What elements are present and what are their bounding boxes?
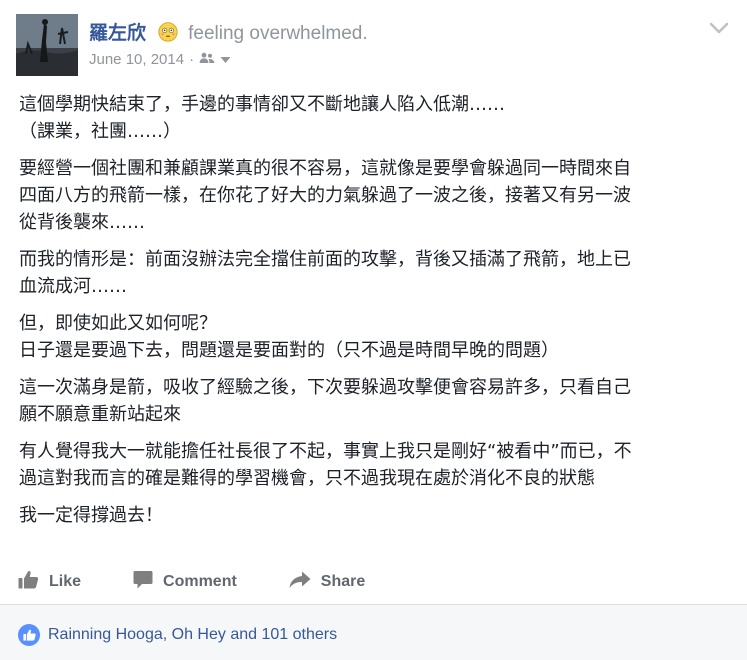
reaction-summary[interactable]: Rainning Hooga, Oh Hey and 101 others xyxy=(18,624,337,646)
post-paragraph: 我一定得撐過去！ xyxy=(19,502,734,529)
post-options-chevron-icon[interactable] xyxy=(707,18,731,38)
post-text-line: 血流成河…… xyxy=(19,276,127,297)
share-label: Share xyxy=(320,573,366,590)
post-text-line: 過這對我而言的確是難得的學習機會，只不過我現在處於消化不良的狀態 xyxy=(19,468,595,489)
feeling-text: feeling overwhelmed. xyxy=(188,23,368,44)
like-button[interactable]: Like xyxy=(18,570,81,594)
post-text-line: 而我的情形是：前面沒辦法完全擋住前面的攻擊，背後又插滿了飛箭，地上已 xyxy=(19,249,631,270)
post-body: 這個學期快結束了，手邊的事情卻又不斷地讓人陷入低潮…… （課業，社團……） 要經營一… xyxy=(19,91,734,539)
post-paragraph: 有人覺得我大一就能擔任社長很了不起，事實上我只是剛好“被看中”而已，不 過這對我而… xyxy=(19,438,734,492)
author-line: 羅左欣 feeling overwhelmed. xyxy=(89,20,368,49)
post-meta: June 10, 2014 · xyxy=(89,51,231,68)
thumbs-up-icon xyxy=(18,570,49,594)
like-label: Like xyxy=(49,573,82,590)
post-text-line: 日子還是要過下去，問題還是要面對的（只不過是時間早晚的問題） xyxy=(19,340,559,361)
post-card: 羅左欣 feeling overwhelmed. June 10, 2014 · xyxy=(0,0,747,660)
audience-dropdown-icon[interactable] xyxy=(220,51,231,68)
post-paragraph: 這個學期快結束了，手邊的事情卻又不斷地讓人陷入低潮…… （課業，社團……） xyxy=(19,91,734,145)
friends-icon[interactable] xyxy=(199,51,215,68)
post-date[interactable]: June 10, 2014 xyxy=(89,51,184,68)
share-button[interactable]: Share xyxy=(289,571,365,594)
comment-label: Comment xyxy=(163,573,237,590)
comment-bubble-icon xyxy=(133,570,163,594)
post-actions: Like Comment Share xyxy=(18,564,733,600)
post-paragraph: 要經營一個社團和兼顧課業真的很不容易，這就像是要學會躲過同一時間來自 四面八方的飛… xyxy=(19,155,734,236)
comment-button[interactable]: Comment xyxy=(133,570,237,594)
post-text-line: 但，即使如此又如何呢？ xyxy=(19,313,217,334)
post-text-line: 我一定得撐過去！ xyxy=(19,505,163,526)
reactions-footer: Rainning Hooga, Oh Hey and 101 others xyxy=(0,605,747,660)
post-header: 羅左欣 feeling overwhelmed. June 10, 2014 · xyxy=(16,14,731,76)
post-text-line: 有人覺得我大一就能擔任社長很了不起，事實上我只是剛好“被看中”而已，不 xyxy=(19,441,632,462)
post-paragraph: 而我的情形是：前面沒辦法完全擋住前面的攻擊，背後又插滿了飛箭，地上已 血流成河…… xyxy=(19,246,734,300)
reaction-summary-text: Rainning Hooga, Oh Hey and 101 others xyxy=(48,626,338,643)
flushed-face-emoji-icon xyxy=(158,22,178,49)
post-paragraph: 這一次滿身是箭，吸收了經驗之後，下次要躲過攻擊便會容易許多，只看自己 願不願意重新… xyxy=(19,374,734,428)
post-text-line: 從背後襲來…… xyxy=(19,212,145,233)
author-name[interactable]: 羅左欣 xyxy=(89,22,146,44)
post-text-line: （課業，社團……） xyxy=(19,121,181,142)
post-paragraph: 但，即使如此又如何呢？ 日子還是要過下去，問題還是要面對的（只不過是時間早晚的問題… xyxy=(19,310,734,364)
post-text-line: 這一次滿身是箭，吸收了經驗之後，下次要躲過攻擊便會容易許多，只看自己 xyxy=(19,377,631,398)
post-text-line: 四面八方的飛箭一樣，在你花了好大的力氣躲過了一波之後，接著又有另一波 xyxy=(19,185,631,206)
post-text-line: 這個學期快結束了，手邊的事情卻又不斷地讓人陷入低潮…… xyxy=(19,94,505,115)
meta-separator: · xyxy=(189,51,195,68)
like-reaction-icon xyxy=(18,624,40,646)
post-text-line: 願不願意重新站起來 xyxy=(19,404,181,425)
author-avatar[interactable] xyxy=(16,14,78,76)
share-arrow-icon xyxy=(289,571,321,594)
post-text-line: 要經營一個社團和兼顧課業真的很不容易，這就像是要學會躲過同一時間來自 xyxy=(19,158,631,179)
